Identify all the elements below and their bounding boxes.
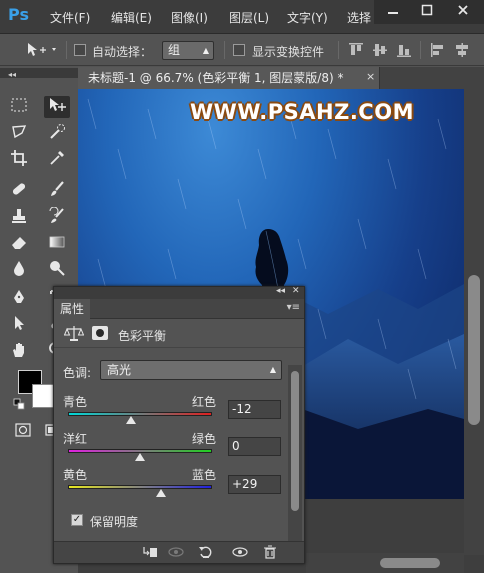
panel-title-bar[interactable]: ◂◂ ✕	[54, 286, 304, 299]
svg-text:◂◂: ◂◂	[8, 70, 16, 79]
quick-mask-icon[interactable]	[12, 422, 34, 440]
menu-select[interactable]: 选择	[347, 9, 371, 26]
document-tab-title: 未标题-1 @ 66.7% (色彩平衡 1, 图层蒙版/8) *	[88, 71, 344, 85]
maximize-icon[interactable]	[414, 4, 440, 20]
horizontal-scrollbar[interactable]	[306, 553, 464, 573]
brush-icon[interactable]	[44, 180, 70, 202]
panel-scroll-thumb[interactable]	[291, 371, 299, 511]
align-bottom-icon[interactable]	[396, 42, 412, 58]
menu-image[interactable]: 图像(I)	[171, 9, 208, 26]
panel-menu-icon[interactable]: ▾≡	[287, 302, 300, 313]
slider-left-label: 洋红	[63, 432, 88, 446]
auto-select-target-dropdown[interactable]: 组 ▲	[162, 41, 214, 60]
color-balance-icon	[63, 324, 85, 342]
dropdown-arrows-icon: ▲	[269, 365, 276, 374]
dropdown-arrows-icon: ▲	[202, 46, 209, 55]
history-brush-icon[interactable]	[44, 206, 70, 229]
close-tab-icon[interactable]: ×	[366, 70, 375, 83]
align-horizontal-center-icon[interactable]	[454, 42, 470, 58]
cyan-red-slider-track[interactable]	[68, 412, 212, 416]
align-left-icon[interactable]	[430, 42, 446, 58]
document-tab-bar: 未标题-1 @ 66.7% (色彩平衡 1, 图层蒙版/8) * ×	[78, 67, 484, 89]
panel-scrollbar[interactable]	[288, 365, 302, 541]
default-colors-icon[interactable]	[12, 398, 26, 412]
options-separator	[338, 41, 339, 59]
trash-icon[interactable]	[260, 545, 280, 561]
quick-select-icon[interactable]	[44, 123, 70, 145]
auto-select-checkbox[interactable]	[74, 44, 86, 56]
cyan-red-slider-thumb[interactable]	[126, 416, 137, 424]
options-separator	[66, 41, 67, 59]
show-transform-checkbox[interactable]	[233, 44, 245, 56]
yellow-blue-slider-track[interactable]	[68, 485, 212, 489]
menu-bar: Ps 文件(F) 编辑(E) 图像(I) 图层(L) 文字(Y) 选择	[0, 0, 484, 34]
photoshop-logo: Ps	[8, 5, 29, 24]
preserve-luminosity-label: 保留明度	[90, 515, 139, 529]
reset-icon[interactable]	[196, 545, 216, 561]
clone-stamp-icon[interactable]	[6, 207, 32, 229]
healing-brush-icon[interactable]	[6, 180, 32, 202]
options-separator	[420, 41, 421, 59]
lasso-icon[interactable]	[6, 123, 32, 145]
options-bar: 自动选择： 组 ▲ 显示变换控件	[0, 34, 484, 66]
options-separator	[224, 41, 225, 59]
eyedropper-icon[interactable]	[44, 149, 70, 171]
auto-select-label: 自动选择：	[92, 45, 153, 59]
magenta-green-slider-thumb[interactable]	[135, 453, 145, 461]
menu-file[interactable]: 文件(F)	[50, 9, 90, 26]
slider-right-label: 蓝色	[192, 468, 217, 482]
pen-icon[interactable]	[6, 288, 32, 310]
menu-type[interactable]: 文字(Y)	[287, 9, 328, 26]
tone-label: 色调:	[63, 366, 92, 380]
tone-value: 高光	[107, 363, 132, 377]
window-controls	[374, 0, 484, 24]
dodge-icon[interactable]	[44, 259, 70, 281]
tone-dropdown[interactable]: 高光 ▲	[100, 360, 282, 380]
menu-layer[interactable]: 图层(L)	[229, 9, 269, 26]
auto-select-target-value: 组	[168, 43, 181, 57]
align-vertical-center-icon[interactable]	[372, 42, 388, 58]
gradient-icon[interactable]	[44, 233, 70, 255]
watermark-text: WWW.PSAHZ.COM	[190, 100, 414, 124]
close-panel-icon[interactable]: ✕	[292, 286, 300, 296]
layer-mask-icon[interactable]	[92, 326, 108, 340]
slider-left-label: 黄色	[63, 468, 88, 482]
slider-left-label: 青色	[63, 395, 88, 409]
horizontal-scroll-thumb[interactable]	[380, 558, 440, 568]
toolbox-header[interactable]: ◂◂	[0, 68, 78, 79]
adjustment-title: 色彩平衡	[118, 329, 167, 343]
adjustment-header: 色彩平衡	[54, 320, 304, 348]
blur-icon[interactable]	[6, 259, 32, 281]
panel-footer	[54, 541, 304, 563]
move-icon[interactable]	[44, 96, 70, 118]
close-icon[interactable]	[450, 4, 476, 20]
move-tool-preset-icon[interactable]	[26, 42, 60, 58]
view-previous-icon[interactable]	[166, 545, 186, 561]
yellow-blue-slider-thumb[interactable]	[155, 489, 166, 497]
magenta-green-value-field[interactable]: 0	[228, 437, 281, 456]
yellow-blue-value-field[interactable]: +29	[228, 475, 281, 494]
show-transform-label: 显示变换控件	[252, 45, 325, 59]
slider-right-label: 红色	[192, 395, 217, 409]
tab-properties[interactable]: 属性	[54, 299, 90, 319]
collapse-panel-icon[interactable]: ◂◂	[276, 286, 285, 296]
properties-panel: ◂◂ ✕ 属性 ▾≡ 色彩平衡 色调: 高光 ▲ 青色 红色 -12 洋红 绿色…	[53, 286, 305, 564]
menu-edit[interactable]: 编辑(E)	[111, 9, 152, 26]
panel-tab-row: 属性 ▾≡	[54, 299, 304, 319]
clip-to-layer-icon[interactable]	[140, 545, 160, 561]
align-top-icon[interactable]	[348, 42, 364, 58]
marquee-icon[interactable]	[6, 96, 32, 118]
visibility-icon[interactable]	[230, 545, 250, 561]
eraser-icon[interactable]	[6, 233, 32, 255]
crop-icon[interactable]	[6, 149, 32, 171]
document-tab[interactable]: 未标题-1 @ 66.7% (色彩平衡 1, 图层蒙版/8) *	[78, 67, 380, 89]
hand-icon[interactable]	[6, 341, 32, 363]
minimize-icon[interactable]	[380, 4, 406, 20]
slider-right-label: 绿色	[192, 432, 217, 446]
preserve-luminosity-checkbox[interactable]: ✓	[71, 514, 83, 526]
cyan-red-value-field[interactable]: -12	[228, 400, 281, 419]
vertical-scrollbar[interactable]	[464, 89, 484, 555]
path-select-icon[interactable]	[6, 314, 32, 336]
vertical-scroll-thumb[interactable]	[468, 275, 480, 425]
